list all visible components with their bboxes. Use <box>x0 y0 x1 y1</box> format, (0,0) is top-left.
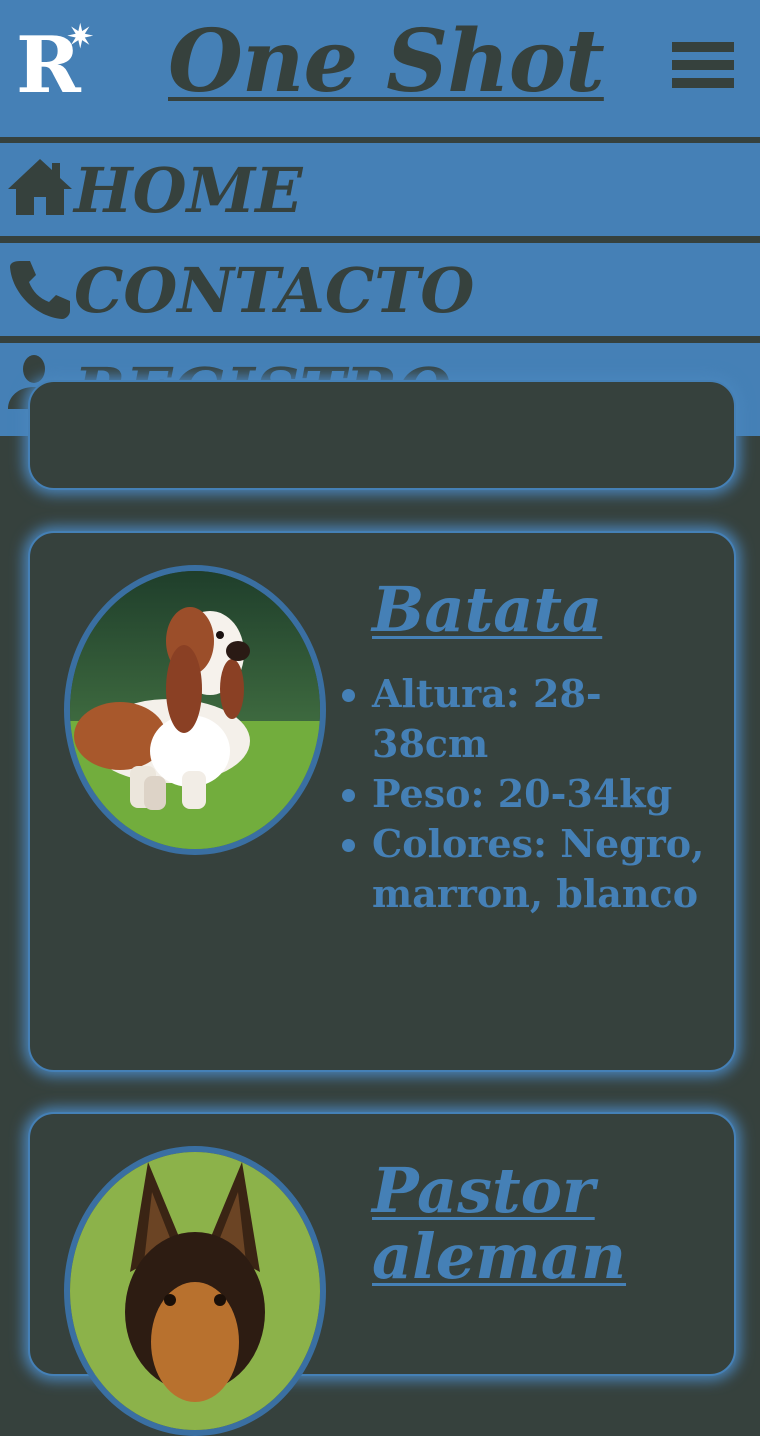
trait-colores: Colores: Negro, marron, blanco <box>342 819 712 919</box>
breed-name-link[interactable]: Batata <box>372 577 602 643</box>
basset-hound-photo <box>64 565 326 855</box>
german-shepherd-photo <box>64 1146 326 1436</box>
site-logo[interactable]: R ✷ <box>16 20 102 108</box>
nav-label-home: HOME <box>74 154 303 227</box>
nav-label-contacto: CONTACTO <box>74 254 475 327</box>
trait-altura: Altura: 28-38cm <box>342 669 712 769</box>
nav-item-home[interactable]: HOME <box>0 137 760 236</box>
breed-card-batata: Batata Altura: 28-38cm Peso: 20-34kg Col… <box>28 531 736 1072</box>
breed-card-previous <box>28 380 736 490</box>
breed-card-pastor-aleman: Pastor aleman <box>28 1112 736 1436</box>
breed-name-link[interactable]: Pastor aleman <box>372 1158 712 1290</box>
home-icon <box>8 159 72 215</box>
top-header: R ✷ One Shot <box>0 0 760 137</box>
trait-peso: Peso: 20-34kg <box>342 769 712 819</box>
phone-icon <box>10 261 70 319</box>
hamburger-menu-icon[interactable] <box>670 40 736 92</box>
logo-star-icon: ✷ <box>66 17 95 57</box>
breed-traits-list: Altura: 28-38cm Peso: 20-34kg Colores: N… <box>342 669 712 919</box>
site-title[interactable]: One Shot <box>168 12 605 112</box>
nav-item-contacto[interactable]: CONTACTO <box>0 237 760 336</box>
